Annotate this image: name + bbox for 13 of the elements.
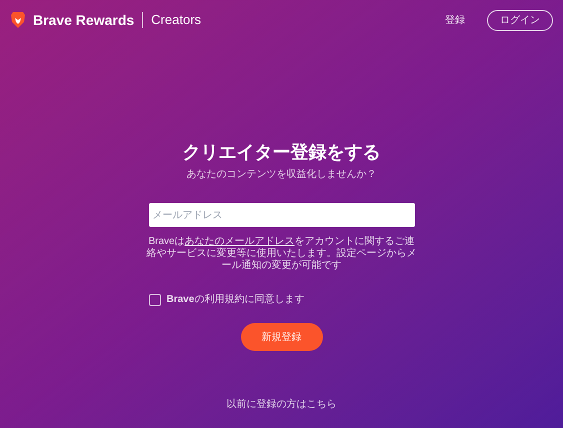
- email-field[interactable]: メールアドレス: [148, 203, 414, 227]
- login-link[interactable]: 以前に登録の方はこちら: [226, 397, 336, 412]
- email-link[interactable]: あなたのメールアドレス: [184, 236, 295, 247]
- terms-label: Braveの利用規約に同意します: [166, 292, 304, 307]
- terms-checkbox[interactable]: [148, 294, 160, 306]
- page-title: クリエイター登録をする: [182, 141, 380, 164]
- section-name: Creators: [151, 11, 202, 30]
- lion-logo-icon: [10, 11, 26, 29]
- notice-text: Braveはあなたのメールアドレスをアカウントに関するご連絡やサービスに変更等に使用いたします。設定ページからメール通知の変更が可能です: [146, 236, 416, 272]
- login-button[interactable]: ログイン: [487, 10, 553, 30]
- signup-link[interactable]: 登録: [445, 12, 465, 28]
- brand-name: Brave Rewards: [33, 10, 134, 30]
- subtitle: あなたのコンテンツを収益化しませんか？: [186, 168, 376, 182]
